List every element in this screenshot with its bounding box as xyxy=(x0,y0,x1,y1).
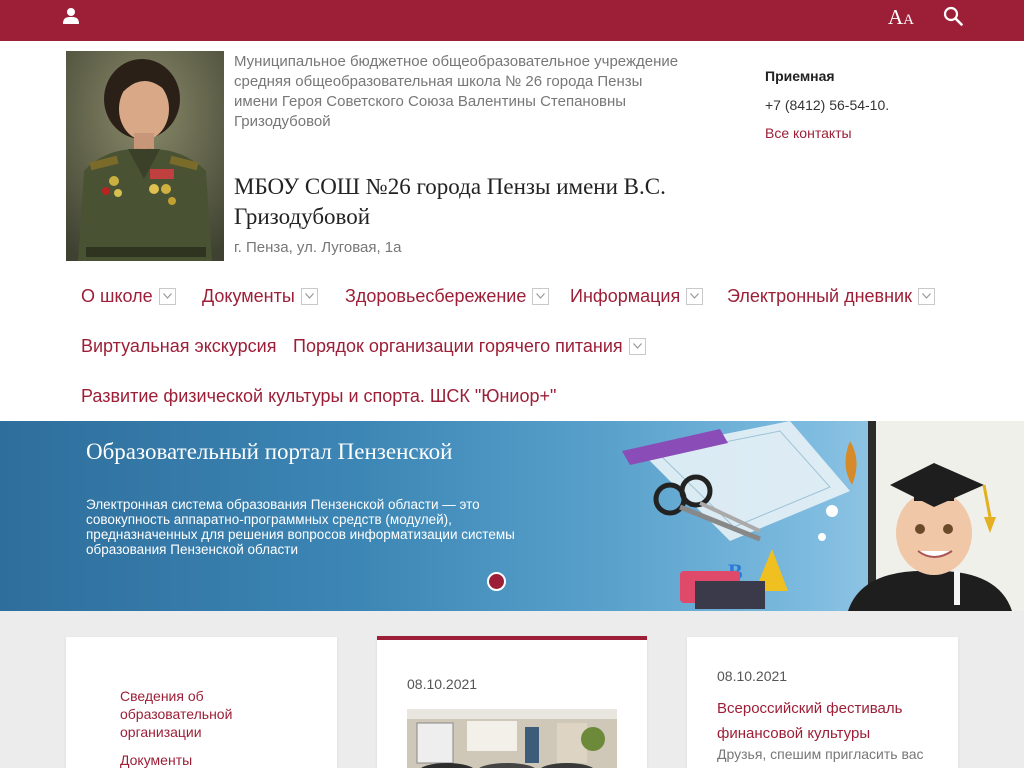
news-excerpt: Друзья, спешим пригласить вас xyxy=(717,746,924,762)
org-full-name-line1: Муниципальное бюджетное общеобразователь… xyxy=(234,53,679,90)
nav-item-hot-meals[interactable]: Порядок организации горячего питания xyxy=(293,334,646,358)
news-card[interactable]: 08.10.2021 xyxy=(377,636,647,768)
nav-item-documents[interactable]: Документы xyxy=(202,284,318,308)
nav-item-e-diary[interactable]: Электронный дневник xyxy=(727,284,935,308)
hero-banner[interactable]: B Образовательный портал Пензенской Элек… xyxy=(0,421,1024,611)
contacts-phone: +7 (8412) 56-54-10. xyxy=(765,97,890,113)
org-short-name[interactable]: МБОУ СОШ №26 города Пензы имени В.С. Гри… xyxy=(234,172,714,232)
slider-dot[interactable] xyxy=(487,572,506,591)
org-full-name: Муниципальное бюджетное общеобразователь… xyxy=(234,52,704,132)
news-title[interactable]: Всероссийский фестиваль финансовой культ… xyxy=(717,696,937,746)
nav-item-label: Порядок организации горячего питания xyxy=(293,335,623,356)
nav-item-information[interactable]: Информация xyxy=(570,284,704,308)
font-size-big-glyph: A xyxy=(888,5,904,29)
chevron-down-icon[interactable] xyxy=(158,287,176,305)
news-card[interactable]: 08.10.2021 Всероссийский фестиваль финан… xyxy=(687,637,958,768)
sidebar-card: Сведения об образовательной организации … xyxy=(66,637,337,768)
org-full-name-line2: имени Героя Советского Союза Валентины С… xyxy=(234,93,627,130)
school-hero-portrait xyxy=(66,51,224,261)
chevron-down-icon[interactable] xyxy=(532,287,550,305)
font-size-icon[interactable]: AA xyxy=(888,5,914,30)
nav-item-label: Документы xyxy=(202,285,295,306)
banner-illustration: B xyxy=(622,421,1024,611)
chevron-down-icon[interactable] xyxy=(628,337,646,355)
nav-item-health[interactable]: Здоровьесбережение xyxy=(345,284,550,308)
nav-item-label: Развитие физической культуры и спорта. Ш… xyxy=(81,385,557,406)
search-icon[interactable] xyxy=(943,6,963,26)
chevron-down-icon[interactable] xyxy=(917,287,935,305)
nav-item-label: Электронный дневник xyxy=(727,285,912,306)
nav-item-label: О школе xyxy=(81,285,153,306)
contacts-block: Приемная +7 (8412) 56-54-10. Все контакт… xyxy=(765,68,965,141)
nav-item-label: Виртуальная экскурсия xyxy=(81,335,277,356)
user-icon[interactable] xyxy=(62,7,80,25)
nav-item-label: Здоровьесбережение xyxy=(345,285,527,306)
news-photo[interactable] xyxy=(407,709,617,768)
news-date: 08.10.2021 xyxy=(407,676,478,692)
nav-item-virtual-tour[interactable]: Виртуальная экскурсия xyxy=(81,334,276,358)
top-bar: AA xyxy=(0,0,1024,41)
contacts-label: Приемная xyxy=(765,68,835,84)
nav-item-label: Информация xyxy=(570,285,681,306)
org-address: г. Пенза, ул. Луговая, 1а xyxy=(234,239,402,256)
chevron-down-icon[interactable] xyxy=(686,287,704,305)
nav-item-about[interactable]: О школе xyxy=(81,284,176,308)
banner-text: Электронная система образования Пензенск… xyxy=(86,497,515,557)
sidebar-link-org-info[interactable]: Сведения об образовательной организации xyxy=(120,687,310,741)
chevron-down-icon[interactable] xyxy=(300,287,318,305)
all-contacts-link[interactable]: Все контакты xyxy=(765,125,965,141)
font-size-small-glyph: A xyxy=(903,12,915,28)
banner-title: Образовательный портал Пензенской xyxy=(86,439,453,464)
nav-item-sport[interactable]: Развитие физической культуры и спорта. Ш… xyxy=(81,384,556,408)
sidebar-link-documents[interactable]: Документы xyxy=(120,751,310,768)
news-date: 08.10.2021 xyxy=(717,668,788,684)
